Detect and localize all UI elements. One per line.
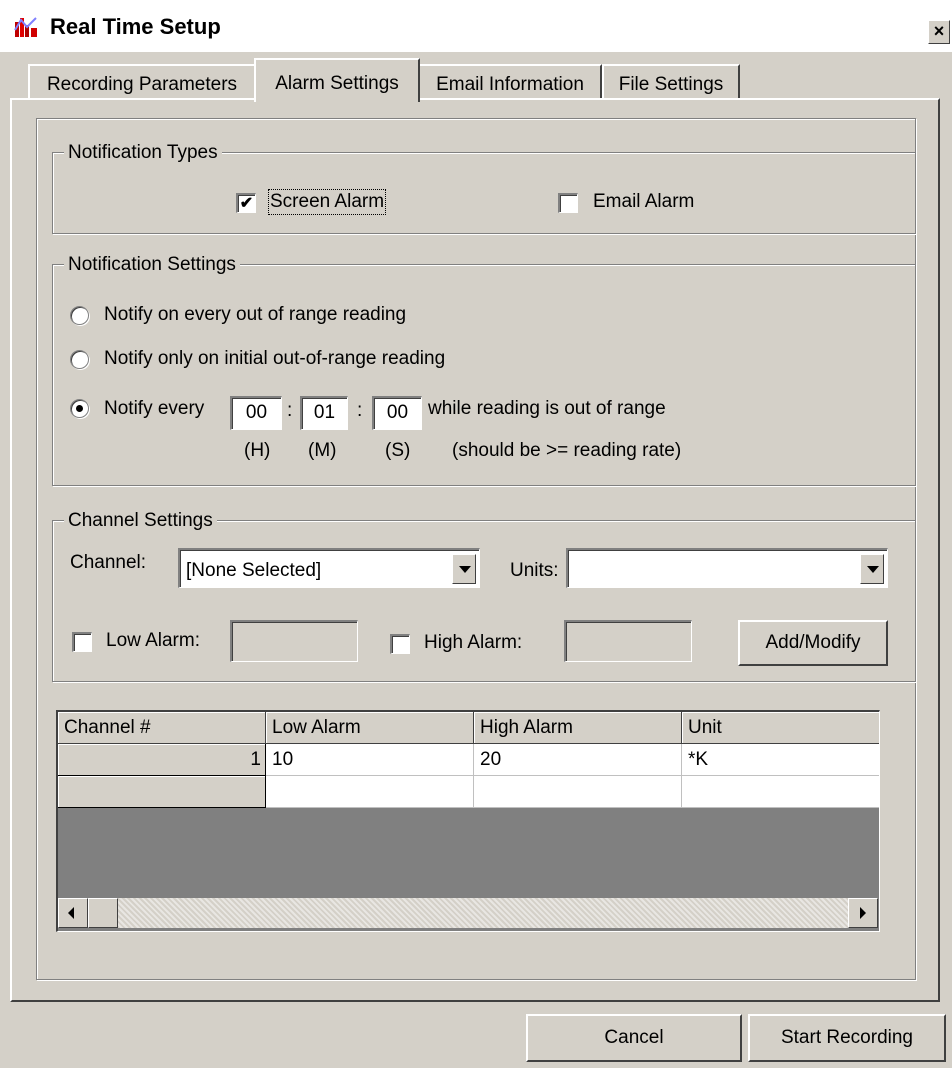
screen-alarm-checkbox[interactable]: ✔ bbox=[236, 193, 256, 213]
row-header[interactable]: 1 bbox=[58, 744, 266, 776]
channel-label: Channel: bbox=[70, 552, 147, 573]
add-modify-label: Add/Modify bbox=[765, 632, 861, 653]
interval-suffix-label: while reading is out of range bbox=[428, 398, 666, 419]
low-alarm-checkbox[interactable] bbox=[72, 632, 92, 652]
chevron-down-icon bbox=[459, 566, 471, 573]
title-bar: Real Time Setup × bbox=[0, 0, 952, 52]
tab-label: Email Information bbox=[436, 74, 584, 95]
units-select[interactable] bbox=[566, 548, 888, 588]
notification-types-label: Notification Types bbox=[64, 142, 222, 164]
high-alarm-input[interactable] bbox=[564, 620, 692, 662]
scroll-right-button[interactable] bbox=[848, 898, 878, 928]
column-header-high-alarm[interactable]: High Alarm bbox=[474, 712, 682, 744]
notify-initial-radio[interactable] bbox=[70, 350, 89, 369]
notify-interval-label[interactable]: Notify every bbox=[104, 398, 204, 420]
close-button[interactable]: × bbox=[928, 20, 950, 44]
minutes-caption: (M) bbox=[308, 440, 337, 461]
tab-email-information[interactable]: Email Information bbox=[418, 64, 602, 100]
channel-select[interactable]: [None Selected] bbox=[178, 548, 480, 588]
cell-low-alarm[interactable]: 10 bbox=[266, 744, 474, 776]
hours-caption: (H) bbox=[244, 440, 271, 461]
email-alarm-checkbox[interactable] bbox=[558, 193, 578, 213]
tab-label: Alarm Settings bbox=[275, 73, 399, 94]
cell-unit[interactable]: *K bbox=[682, 744, 879, 776]
reading-rate-hint: (should be >= reading rate) bbox=[452, 440, 682, 461]
channel-select-value: [None Selected] bbox=[186, 560, 322, 581]
column-header-unit[interactable]: Unit bbox=[682, 712, 879, 744]
notification-settings-label: Notification Settings bbox=[64, 254, 240, 276]
tab-file-settings[interactable]: File Settings bbox=[602, 64, 740, 100]
units-dropdown-button[interactable] bbox=[860, 554, 884, 584]
column-header-channel[interactable]: Channel # bbox=[58, 712, 266, 744]
channel-settings-label: Channel Settings bbox=[64, 510, 217, 532]
horizontal-scrollbar[interactable] bbox=[58, 898, 878, 928]
tab-recording-parameters[interactable]: Recording Parameters bbox=[28, 64, 256, 100]
channel-dropdown-button[interactable] bbox=[452, 554, 476, 584]
row-header[interactable] bbox=[58, 776, 266, 808]
tab-label: Recording Parameters bbox=[46, 74, 238, 95]
start-recording-label: Start Recording bbox=[780, 1027, 913, 1048]
start-recording-button[interactable]: Start Recording bbox=[748, 1014, 946, 1062]
cancel-button[interactable]: Cancel bbox=[526, 1014, 742, 1062]
window-title: Real Time Setup bbox=[50, 14, 221, 39]
radio-selected-dot bbox=[76, 405, 83, 412]
high-alarm-checkbox[interactable] bbox=[390, 634, 410, 654]
close-icon: × bbox=[933, 21, 945, 41]
cell-low-alarm[interactable] bbox=[266, 776, 474, 808]
notify-initial-label[interactable]: Notify only on initial out-of-range read… bbox=[104, 348, 445, 370]
cell-high-alarm[interactable]: 20 bbox=[474, 744, 682, 776]
notify-every-reading-label[interactable]: Notify on every out of range reading bbox=[104, 304, 406, 326]
arrow-right-icon bbox=[860, 907, 866, 919]
cell-unit[interactable] bbox=[682, 776, 879, 808]
units-label: Units: bbox=[510, 560, 559, 581]
arrow-left-icon bbox=[68, 907, 74, 919]
notification-types-group bbox=[52, 152, 916, 234]
notify-every-reading-radio[interactable] bbox=[70, 306, 89, 325]
high-alarm-label[interactable]: High Alarm: bbox=[424, 632, 522, 654]
column-header-low-alarm[interactable]: Low Alarm bbox=[266, 712, 474, 744]
time-separator: : bbox=[357, 400, 363, 421]
app-chart-icon bbox=[14, 16, 38, 38]
time-separator: : bbox=[287, 400, 293, 421]
minutes-input[interactable]: 01 bbox=[300, 396, 348, 430]
add-modify-button[interactable]: Add/Modify bbox=[738, 620, 888, 666]
seconds-input[interactable]: 00 bbox=[372, 396, 422, 430]
check-icon: ✔ bbox=[239, 195, 254, 212]
tab-label: File Settings bbox=[618, 74, 724, 95]
hours-input[interactable]: 00 bbox=[230, 396, 282, 430]
scroll-left-button[interactable] bbox=[58, 898, 88, 928]
email-alarm-label[interactable]: Email Alarm bbox=[593, 191, 694, 213]
scroll-thumb[interactable] bbox=[88, 898, 118, 928]
chevron-down-icon bbox=[867, 566, 879, 573]
cell-high-alarm[interactable] bbox=[474, 776, 682, 808]
low-alarm-input[interactable] bbox=[230, 620, 358, 662]
seconds-caption: (S) bbox=[385, 440, 411, 461]
low-alarm-label[interactable]: Low Alarm: bbox=[106, 630, 200, 652]
cancel-label: Cancel bbox=[604, 1027, 664, 1048]
screen-alarm-label[interactable]: Screen Alarm bbox=[267, 189, 387, 215]
notify-interval-radio[interactable] bbox=[70, 399, 89, 418]
tab-alarm-settings[interactable]: Alarm Settings bbox=[254, 58, 420, 102]
